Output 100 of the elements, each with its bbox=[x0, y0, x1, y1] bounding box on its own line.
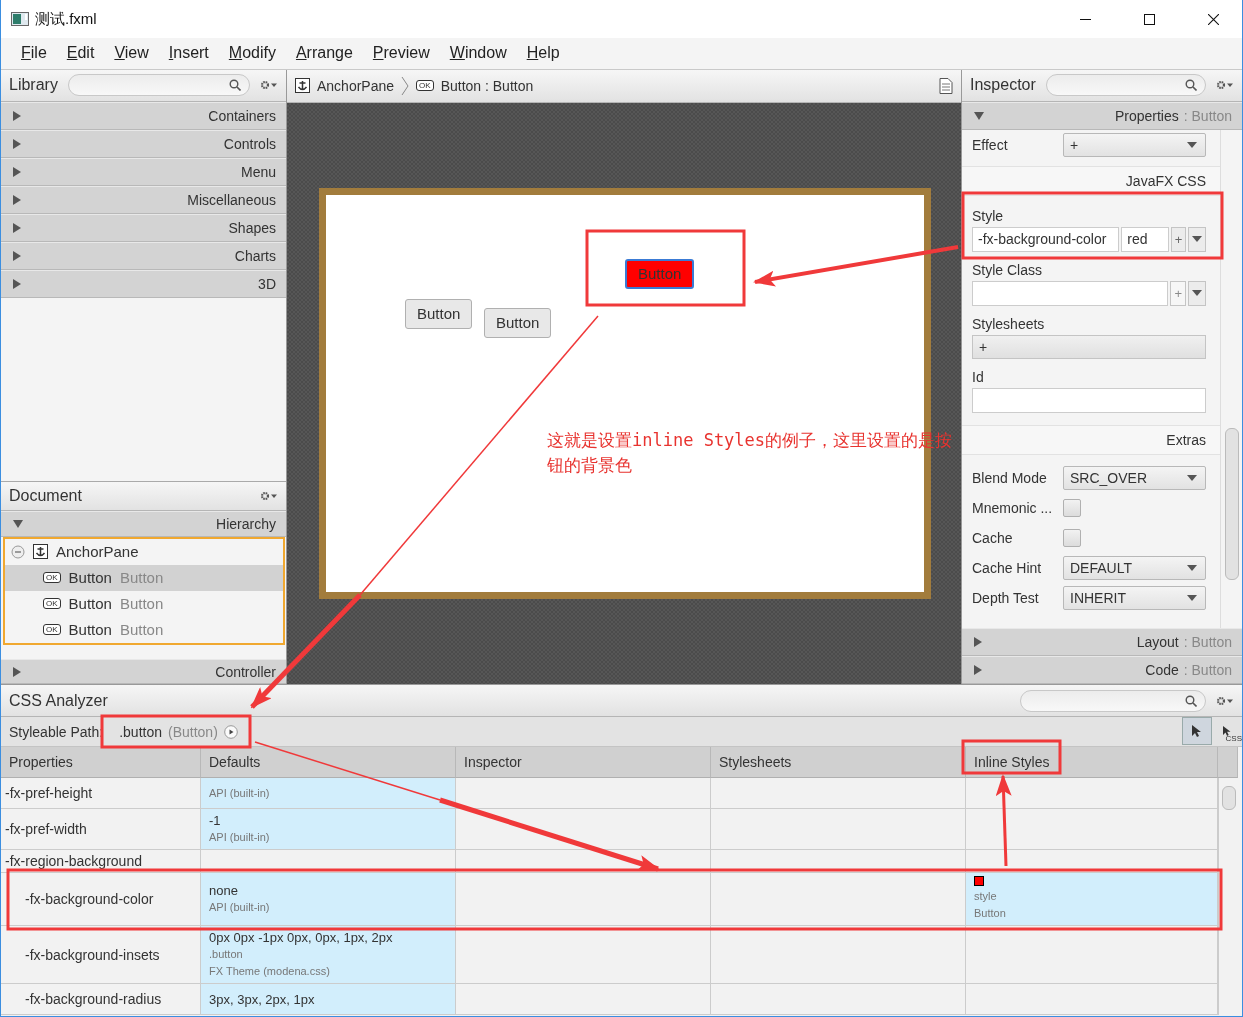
library-section[interactable]: Miscellaneous bbox=[1, 185, 286, 214]
search-field[interactable] bbox=[67, 74, 250, 97]
property-name: -fx-background-color bbox=[25, 891, 155, 908]
tree-item[interactable]: AnchorPane bbox=[5, 538, 283, 565]
expand-triangle-icon[interactable] bbox=[13, 666, 21, 677]
tree-item[interactable]: OK Button Button bbox=[5, 616, 283, 643]
menu-item[interactable]: Modify bbox=[218, 44, 286, 63]
gear-menu-icon[interactable] bbox=[260, 491, 278, 502]
breadcrumb-item[interactable]: Button : Button bbox=[440, 77, 534, 94]
field-label: Style bbox=[972, 207, 1005, 224]
checkbox[interactable] bbox=[1063, 498, 1081, 517]
document-icon[interactable] bbox=[939, 77, 953, 94]
cell-source: .button bbox=[209, 947, 244, 963]
library-section[interactable]: 3D bbox=[1, 269, 286, 298]
property-name: -fx-pref-height bbox=[5, 785, 94, 802]
pick-tool-button[interactable]: CSS bbox=[1212, 717, 1242, 746]
library-section[interactable]: Controls bbox=[1, 129, 286, 158]
expand-triangle-icon[interactable] bbox=[13, 194, 21, 205]
play-icon[interactable] bbox=[223, 724, 238, 739]
add-button[interactable]: + bbox=[1170, 226, 1187, 252]
styleable-path-item[interactable]: .button (Button) bbox=[113, 723, 244, 740]
cell-value: none bbox=[209, 882, 239, 900]
gear-menu-icon[interactable] bbox=[1216, 695, 1234, 706]
library-section[interactable]: Shapes bbox=[1, 213, 286, 242]
section-title: JavaFX CSS bbox=[1125, 172, 1206, 189]
menu-item[interactable]: Insert bbox=[158, 44, 219, 63]
dropdown-button[interactable] bbox=[1188, 280, 1206, 306]
pick-tool-button[interactable] bbox=[1182, 717, 1212, 746]
tree-item[interactable]: OK Button Button bbox=[5, 590, 283, 617]
expand-triangle-icon[interactable] bbox=[13, 250, 21, 261]
panel-title: Inspector bbox=[970, 76, 1036, 95]
gear-menu-icon[interactable] bbox=[1216, 80, 1234, 91]
canvas-button[interactable]: Button bbox=[405, 298, 473, 329]
pointer-icon bbox=[1191, 724, 1203, 739]
dropdown[interactable]: SRC_OVER bbox=[1063, 465, 1206, 490]
expand-triangle-icon[interactable] bbox=[974, 637, 982, 648]
collapse-triangle-icon[interactable] bbox=[13, 520, 23, 529]
panel-title: Document bbox=[9, 487, 82, 506]
dropdown[interactable]: + bbox=[1063, 132, 1206, 157]
caret-icon bbox=[1192, 290, 1203, 297]
expand-triangle-icon[interactable] bbox=[13, 166, 21, 177]
dropdown[interactable]: INHERIT bbox=[1063, 585, 1206, 610]
collapse-triangle-icon[interactable] bbox=[974, 111, 984, 120]
input-field[interactable]: -fx-background-color bbox=[972, 226, 1120, 252]
expand-triangle-icon[interactable] bbox=[13, 138, 21, 149]
search-field[interactable] bbox=[1020, 689, 1206, 712]
caret-icon bbox=[1187, 594, 1197, 601]
add-button[interactable]: + bbox=[972, 334, 1206, 359]
breadcrumb-item[interactable]: AnchorPane bbox=[317, 77, 395, 94]
column-header[interactable]: Inspector bbox=[456, 747, 711, 779]
search-icon bbox=[229, 79, 241, 92]
input-field[interactable] bbox=[972, 280, 1169, 306]
library-section[interactable]: Menu bbox=[1, 157, 286, 186]
column-header[interactable]: Stylesheets bbox=[711, 747, 966, 779]
hierarchy-section[interactable]: Hierarchy bbox=[1, 511, 286, 537]
library-section[interactable]: Containers bbox=[1, 101, 286, 130]
cell-value: -1 bbox=[209, 812, 222, 830]
input-field[interactable]: red bbox=[1121, 226, 1169, 252]
field-label: Stylesheets bbox=[972, 315, 1046, 332]
scrollbar-thumb[interactable] bbox=[1225, 427, 1239, 580]
canvas-button[interactable]: Button bbox=[484, 307, 552, 338]
menu-item[interactable]: Preview bbox=[362, 44, 440, 63]
property-name: -fx-pref-width bbox=[5, 821, 88, 838]
annotation-text: 这就是设置inline Styles的例子，这里设置的是按钮的背景色 bbox=[547, 428, 954, 477]
library-section[interactable]: Charts bbox=[1, 241, 286, 270]
caret-icon bbox=[1187, 564, 1197, 571]
field-label: Depth Test bbox=[972, 589, 1040, 606]
gear-menu-icon[interactable] bbox=[260, 80, 278, 91]
inspector-section[interactable]: Layout : Button bbox=[962, 628, 1242, 657]
anchor-icon bbox=[33, 544, 48, 560]
ok-badge: OK bbox=[43, 624, 61, 636]
column-header[interactable]: Defaults bbox=[201, 747, 456, 779]
expand-triangle-icon[interactable] bbox=[974, 665, 982, 676]
menu-item[interactable]: View bbox=[104, 44, 159, 63]
column-header[interactable]: Properties bbox=[1, 747, 201, 779]
cell-source: API (built-in) bbox=[209, 900, 271, 916]
tree-item[interactable]: OK Button Button bbox=[5, 564, 283, 591]
checkbox[interactable] bbox=[1063, 528, 1081, 547]
controller-section[interactable]: Controller bbox=[1, 658, 286, 685]
expand-triangle-icon[interactable] bbox=[13, 222, 21, 233]
caret-icon bbox=[1187, 474, 1197, 481]
inspector-section[interactable]: Code : Button bbox=[962, 656, 1242, 685]
menu-item[interactable]: File bbox=[11, 44, 57, 63]
menu-item[interactable]: Edit bbox=[56, 44, 105, 63]
menu-item[interactable]: Arrange bbox=[285, 44, 363, 63]
input-field[interactable] bbox=[972, 387, 1206, 413]
dropdown-button[interactable] bbox=[1188, 226, 1206, 252]
path-label: Styleable Path: bbox=[9, 723, 104, 740]
search-field[interactable] bbox=[1045, 74, 1206, 97]
expand-triangle-icon[interactable] bbox=[13, 110, 21, 121]
scrollbar-thumb[interactable] bbox=[1222, 786, 1236, 811]
menu-item[interactable]: Window bbox=[439, 44, 517, 63]
properties-section[interactable]: Properties : Button bbox=[962, 101, 1242, 130]
dropdown[interactable]: DEFAULT bbox=[1063, 555, 1206, 580]
cell-source: API (built-in) bbox=[209, 785, 271, 801]
expand-triangle-icon[interactable] bbox=[13, 278, 21, 289]
anchor-icon bbox=[295, 78, 310, 94]
column-header[interactable]: Inline Styles bbox=[966, 747, 1218, 779]
ok-badge: OK bbox=[43, 572, 61, 584]
menu-item[interactable]: Help bbox=[516, 44, 570, 63]
